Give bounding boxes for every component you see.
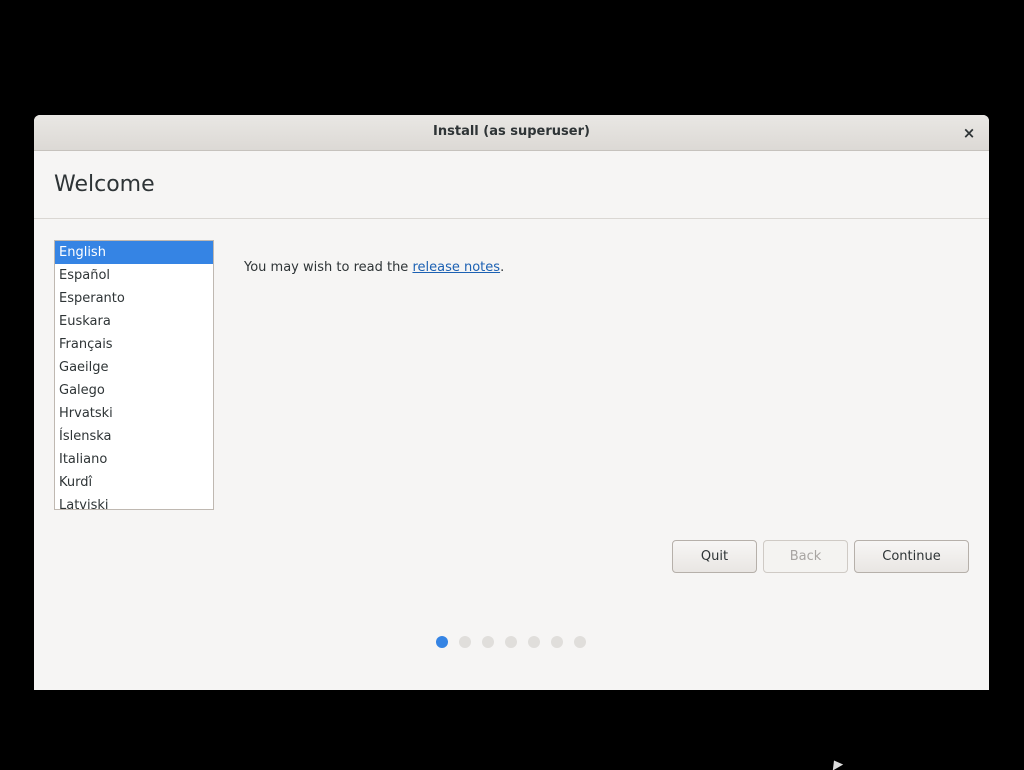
language-item[interactable]: Français: [55, 333, 213, 356]
release-notes-link[interactable]: release notes: [412, 260, 500, 275]
quit-button[interactable]: Quit: [672, 540, 757, 573]
progress-dot: [482, 636, 494, 648]
installer-window: Install (as superuser) × Welcome English…: [34, 115, 989, 690]
mouse-cursor-icon: [828, 757, 844, 770]
language-item[interactable]: Íslenska: [55, 425, 213, 448]
language-item[interactable]: Esperanto: [55, 287, 213, 310]
release-notes-suffix: .: [500, 260, 505, 275]
progress-dot: [528, 636, 540, 648]
language-item[interactable]: Galego: [55, 379, 213, 402]
continue-button[interactable]: Continue: [854, 540, 969, 573]
page-title: Welcome: [54, 172, 155, 197]
close-icon: ×: [962, 124, 976, 142]
language-item[interactable]: Kurdî: [55, 471, 213, 494]
title-bar[interactable]: Install (as superuser) ×: [34, 115, 989, 151]
language-item[interactable]: Latviski: [55, 494, 213, 509]
language-item[interactable]: Hrvatski: [55, 402, 213, 425]
progress-dot: [459, 636, 471, 648]
back-button[interactable]: Back: [763, 540, 848, 573]
release-notes-text: You may wish to read the release notes.: [244, 260, 504, 275]
language-item[interactable]: Español: [55, 264, 213, 287]
progress-dot: [505, 636, 517, 648]
progress-dot: [436, 636, 448, 648]
language-item[interactable]: Euskara: [55, 310, 213, 333]
language-list[interactable]: English Español Esperanto Euskara França…: [54, 240, 214, 510]
close-button[interactable]: ×: [959, 123, 979, 143]
window-title: Install (as superuser): [433, 124, 590, 139]
language-item[interactable]: Gaeilge: [55, 356, 213, 379]
progress-dot: [574, 636, 586, 648]
page-header: Welcome: [34, 152, 989, 219]
release-notes-prefix: You may wish to read the: [244, 260, 413, 275]
language-item[interactable]: English: [55, 241, 213, 264]
progress-dot: [551, 636, 563, 648]
language-item[interactable]: Italiano: [55, 448, 213, 471]
